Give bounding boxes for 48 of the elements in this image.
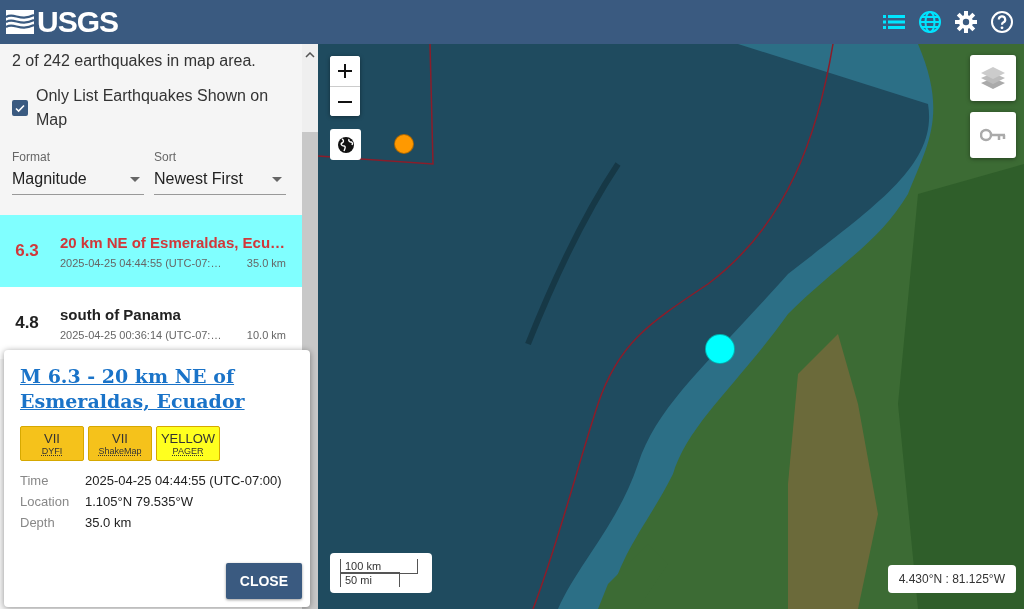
close-button[interactable]: CLOSE <box>225 563 302 599</box>
scale-metric-text: 100 km <box>340 558 418 574</box>
time-text: 2025-04-25 00:36:14 (UTC-07:… <box>60 328 222 341</box>
depth-text: 10.0 km <box>246 328 286 341</box>
summary-text: 2 of 242 earthquakes in map area. <box>12 52 257 70</box>
detail-value: 2025-04-25 04:44:55 (UTC-07:00) <box>85 473 283 488</box>
intensity-badge[interactable]: YELLOW PAGER <box>156 426 220 461</box>
caret-icon <box>272 176 282 182</box>
detail-value: 35.0 km <box>85 515 133 530</box>
checkbox[interactable] <box>12 100 28 116</box>
caret-icon <box>130 176 140 182</box>
zoom-out-button[interactable] <box>330 86 360 116</box>
depth-text: 35.0 km <box>246 256 286 269</box>
detail-value: 1.105°N 79.535°W <box>85 494 194 509</box>
help-icon[interactable] <box>990 10 1014 34</box>
zoom-in-button[interactable] <box>330 56 360 86</box>
globe-icon <box>336 135 355 154</box>
plus-icon <box>338 64 352 78</box>
earthquake-title-link[interactable]: M 6.3 - 20 km NE of Esmeraldas, Ecuador <box>20 364 302 414</box>
checkbox-label: Only List Earthquakes Shown on Map <box>36 86 270 130</box>
settings-icon[interactable] <box>954 10 978 34</box>
format-label: Format <box>12 150 51 164</box>
sort-label: Sort <box>154 150 177 164</box>
checkmark-icon <box>14 102 26 114</box>
satellite-map[interactable]: 100 km 50 mi 4.430°N : 81.125°W <box>318 44 1024 609</box>
place-text: 20 km NE of Esmeraldas, Ecu… <box>60 233 286 251</box>
layers-icon <box>979 65 1007 91</box>
minus-icon <box>338 100 352 103</box>
intensity-badge[interactable]: VII DYFI <box>20 426 84 461</box>
logo-waves-icon <box>6 8 34 36</box>
place-text: south of Panama <box>60 305 182 323</box>
intensity-badge[interactable]: VII ShakeMap <box>88 426 152 461</box>
magnitude-text: 4.8 <box>14 313 40 333</box>
detail-label: Location <box>20 494 71 509</box>
time-text: 2025-04-25 04:44:55 (UTC-07:… <box>60 256 222 269</box>
earthquake-list-item[interactable]: 6.3 20 km NE of Esmeraldas, Ecu… 2025-04-25 04:44:55 (UTC-07:… 35.0 km <box>0 215 302 287</box>
detail-label: Depth <box>20 515 56 530</box>
detail-label: Time <box>20 473 50 488</box>
key-icon <box>980 128 1006 142</box>
logo-text: USGS <box>37 5 119 39</box>
format-dropdown[interactable]: Magnitude <box>12 168 144 195</box>
coordinates-text: 4.430°N : 81.125°W <box>887 565 1016 593</box>
globe-icon[interactable] <box>918 10 942 34</box>
scale-imperial-text: 50 mi <box>340 572 400 587</box>
magnitude-text: 6.3 <box>14 241 40 261</box>
world-view-button[interactable] <box>330 129 361 160</box>
scroll-up-icon[interactable] <box>305 52 315 58</box>
sort-dropdown[interactable]: Newest First <box>154 168 286 195</box>
